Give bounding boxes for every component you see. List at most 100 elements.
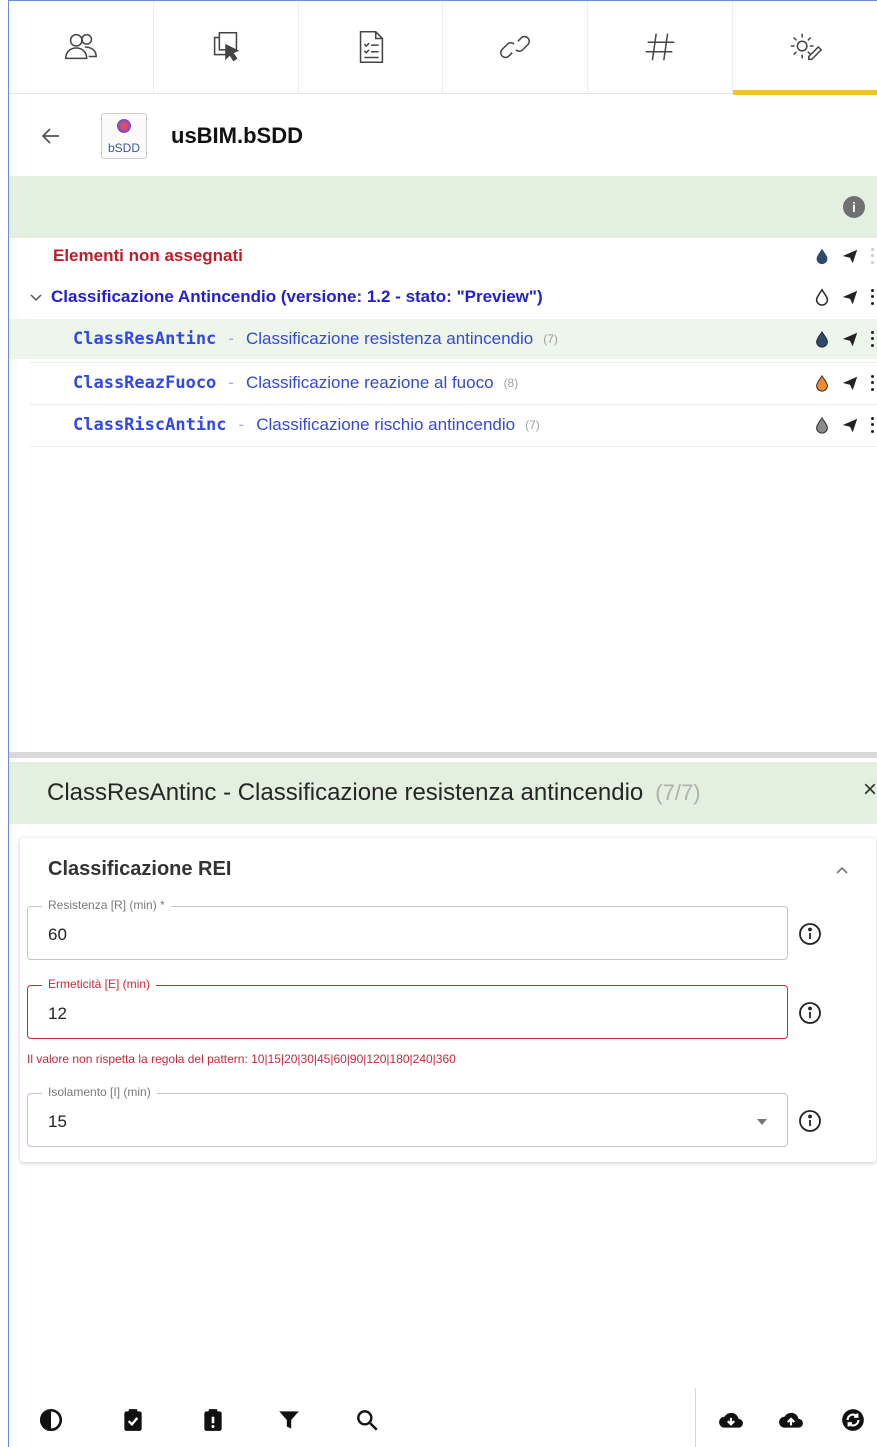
more-icon[interactable] <box>869 415 875 435</box>
info-circle-icon[interactable] <box>798 1001 822 1025</box>
link-icon <box>500 35 531 59</box>
plugin-header: bSDD usBIM.bSDD <box>9 96 877 176</box>
checklist-document-icon <box>359 31 383 63</box>
bottom-toolbar <box>9 1388 877 1447</box>
drop-icon[interactable] <box>813 416 831 434</box>
page-title: usBIM.bSDD <box>171 123 303 148</box>
back-button[interactable] <box>31 116 71 156</box>
cloud-download-icon <box>719 1412 743 1428</box>
detail-title: ClassResAntinc - Classificazione resiste… <box>47 779 644 806</box>
field-label: Ermeticità [E] (min) <box>42 977 157 991</box>
arrow-left-icon <box>41 128 59 144</box>
hash-icon <box>645 33 675 61</box>
more-icon[interactable] <box>869 287 875 307</box>
row-actions <box>813 373 875 393</box>
detail-count: (7/7) <box>655 780 701 805</box>
unassigned-label: Elementi non assegnati <box>53 246 243 265</box>
bsdd-logo: bSDD <box>101 113 147 159</box>
ermeticita-field[interactable]: Ermeticità [E] (min) 12 <box>27 977 788 1039</box>
info-circle-icon[interactable] <box>798 1109 822 1133</box>
info-icon[interactable]: i <box>843 196 865 218</box>
item-code: ClassReazFuoco <box>73 373 217 393</box>
clipboard-alert-icon <box>204 1409 222 1431</box>
more-icon[interactable] <box>869 329 875 349</box>
toolbar-divider <box>695 1388 696 1447</box>
drop-icon[interactable] <box>813 330 831 348</box>
clipboard-check-button[interactable] <box>119 1406 147 1434</box>
drop-outline-icon[interactable] <box>813 288 831 306</box>
field-value: 60 <box>48 925 67 944</box>
row-actions <box>813 415 875 435</box>
info-bar: i <box>9 176 877 238</box>
contrast-icon <box>39 1408 63 1432</box>
chevron-down-icon[interactable] <box>29 290 43 304</box>
tab-links[interactable] <box>443 1 589 93</box>
send-icon[interactable] <box>841 288 859 306</box>
row-actions <box>813 246 875 266</box>
search-button[interactable] <box>353 1406 381 1434</box>
tab-checklist[interactable] <box>299 1 444 93</box>
send-icon[interactable] <box>841 374 859 392</box>
row-divider <box>30 446 877 447</box>
row-actions <box>813 287 875 307</box>
drop-icon[interactable] <box>813 247 831 265</box>
resistenza-field[interactable]: Resistenza [R] (min) * 60 <box>27 898 788 960</box>
item-code: ClassResAntinc <box>73 329 217 349</box>
tab-properties[interactable] <box>588 1 734 93</box>
tree-item-class-res-antinc[interactable]: ClassResAntinc - Classificazione resiste… <box>9 319 877 359</box>
item-separator: - <box>228 329 234 348</box>
item-separator: - <box>228 373 234 392</box>
field-value: 12 <box>48 1004 67 1023</box>
field-label: Isolamento [I] (min) <box>42 1085 157 1099</box>
tab-settings[interactable] <box>733 1 877 95</box>
drop-icon[interactable] <box>813 374 831 392</box>
field-value: 15 <box>48 1112 67 1131</box>
sync-icon <box>842 1409 864 1431</box>
chevron-up-icon[interactable] <box>834 862 850 878</box>
send-icon[interactable] <box>841 247 859 265</box>
tab-select-element[interactable] <box>154 1 299 93</box>
item-description: Classificazione rischio antincendio <box>256 415 516 434</box>
cloud-upload-button[interactable] <box>777 1406 805 1434</box>
item-count: (8) <box>503 376 519 390</box>
select-element-icon <box>213 31 239 62</box>
detail-header: ClassResAntinc - Classificazione resiste… <box>9 762 877 824</box>
more-icon[interactable] <box>869 246 875 266</box>
cloud-download-button[interactable] <box>717 1406 745 1434</box>
gear-pencil-icon <box>790 33 823 61</box>
group-title: Classificazione REI <box>48 858 232 880</box>
filter-icon <box>279 1411 299 1429</box>
send-icon[interactable] <box>841 330 859 348</box>
info-circle-icon[interactable] <box>798 922 822 946</box>
more-icon[interactable] <box>869 373 875 393</box>
close-icon[interactable]: × <box>863 776 877 804</box>
search-icon <box>357 1410 378 1431</box>
root-label: Classificazione Antincendio (versione: 1… <box>51 287 543 306</box>
tree-item-class-reaz-fuoco[interactable]: ClassReazFuoco - Classificazione reazion… <box>9 363 877 403</box>
tree-item-class-risc-antinc[interactable]: ClassRiscAntinc - Classificazione rischi… <box>9 405 877 445</box>
validation-error: Il valore non rispetta la regola del pat… <box>27 1052 456 1066</box>
tab-users[interactable] <box>9 1 154 93</box>
filter-button[interactable] <box>275 1406 303 1434</box>
sync-button[interactable] <box>839 1406 867 1434</box>
row-actions <box>813 329 875 349</box>
item-count: (7) <box>543 332 558 346</box>
cloud-upload-icon <box>779 1412 803 1428</box>
contrast-button[interactable] <box>37 1406 65 1434</box>
item-description: Classificazione reazione al fuoco <box>245 373 494 392</box>
list-item-unassigned[interactable]: Elementi non assegnati <box>9 236 877 276</box>
clipboard-alert-button[interactable] <box>199 1406 227 1434</box>
users-icon <box>64 33 97 60</box>
item-separator: - <box>238 415 245 434</box>
field-label: Resistenza [R] (min) * <box>42 898 171 912</box>
isolamento-select[interactable]: Isolamento [I] (min) 15 <box>27 1085 788 1147</box>
logo-text: bSDD <box>107 141 140 155</box>
tree-root-node[interactable]: Classificazione Antincendio (versione: 1… <box>9 277 877 317</box>
item-code: ClassRiscAntinc <box>73 415 227 435</box>
top-tab-bar <box>9 1 877 95</box>
panel-resize-handle[interactable] <box>9 752 877 758</box>
item-count: (7) <box>525 418 540 432</box>
item-description: Classificazione resistenza antincendio <box>245 329 534 348</box>
send-icon[interactable] <box>841 416 859 434</box>
dropdown-arrow-icon[interactable] <box>757 1119 767 1125</box>
